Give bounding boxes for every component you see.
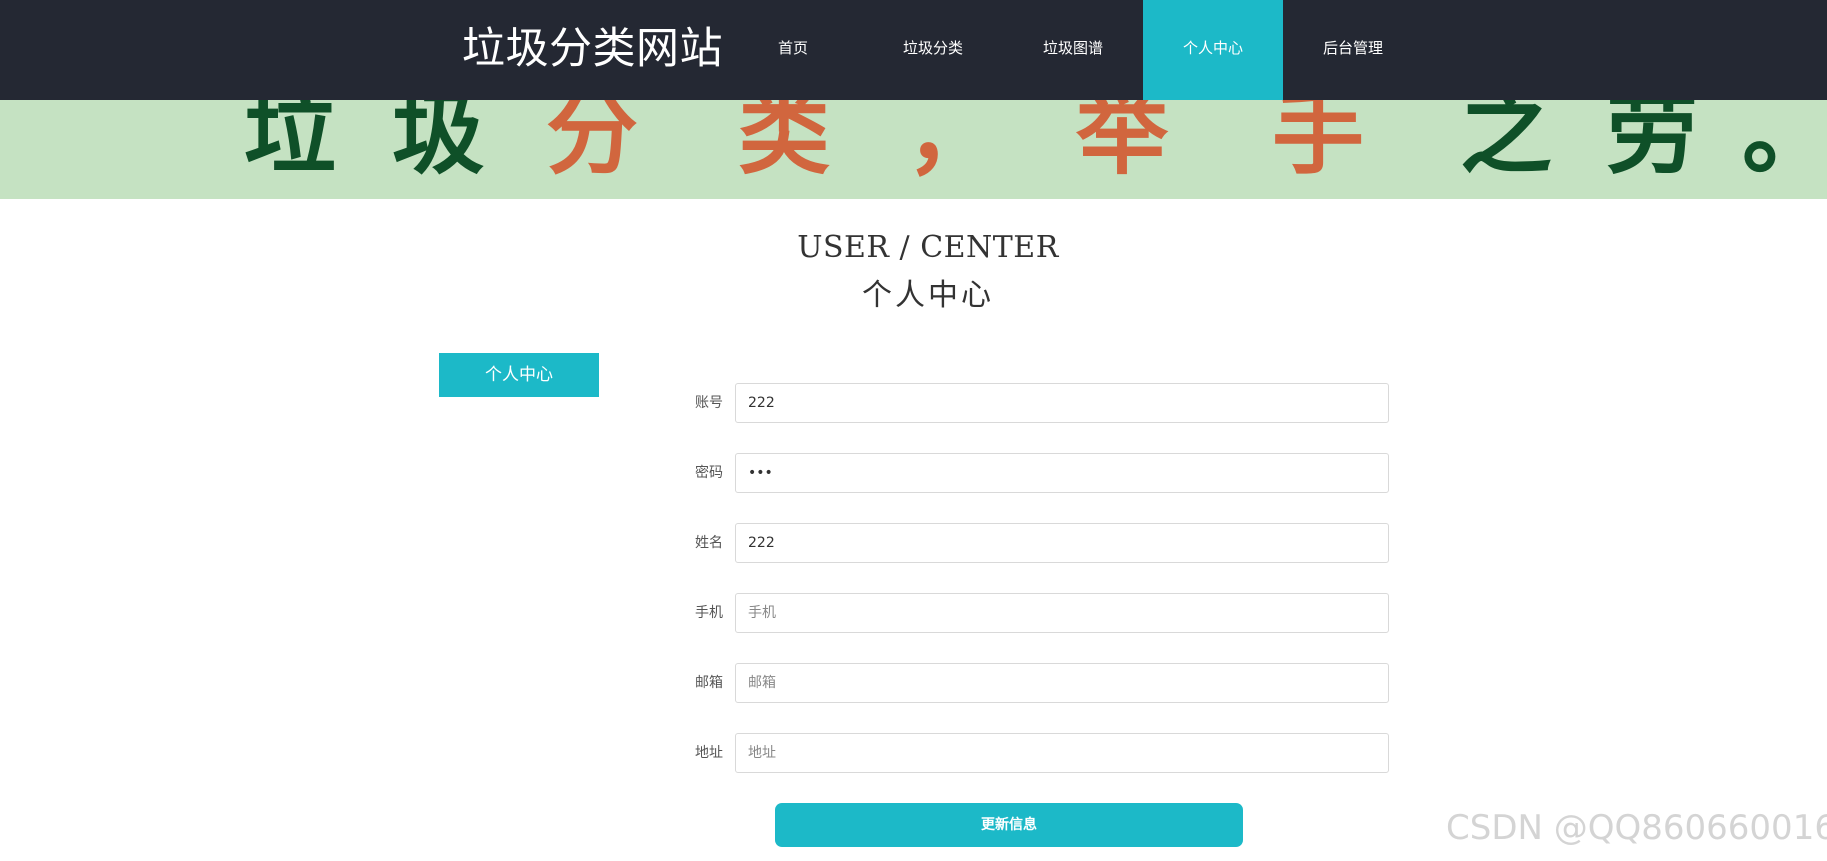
account-input[interactable]: [735, 383, 1389, 423]
password-label: 密码: [695, 465, 723, 481]
form-row-name: 姓名: [680, 523, 1390, 563]
slogan-char: 之: [1460, 100, 1553, 187]
form-row-password: 密码: [680, 453, 1390, 493]
form-row-phone: 手机: [680, 593, 1390, 633]
password-input[interactable]: [735, 453, 1389, 493]
page: 垃圾分类网站 首页 垃圾分类 垃圾图谱 个人中心 后台管理 垃 圾 分 类 ， …: [0, 0, 1827, 861]
slogan-banner: 垃 圾 分 类 ， 举 手 之 劳 。: [0, 100, 1827, 199]
nav-item-home[interactable]: 首页: [723, 0, 863, 100]
update-info-button[interactable]: 更新信息: [775, 803, 1243, 847]
nav-item-admin[interactable]: 后台管理: [1283, 0, 1423, 100]
nav-item-atlas[interactable]: 垃圾图谱: [1003, 0, 1143, 100]
name-label: 姓名: [695, 535, 723, 551]
slogan-char: 举: [1076, 100, 1169, 187]
slogan-char: ，: [906, 100, 999, 187]
email-input[interactable]: [735, 663, 1389, 703]
slogan-char: 劳: [1606, 100, 1699, 187]
section-title-zh: 个人中心: [862, 278, 994, 313]
form-row-email: 邮箱: [680, 663, 1390, 703]
slogan-char: 垃: [244, 100, 337, 187]
section-title-en: USER / CENTER: [797, 230, 1059, 265]
phone-input[interactable]: [735, 593, 1389, 633]
site-logo[interactable]: 垃圾分类网站: [462, 22, 723, 76]
csdn-watermark: CSDN @QQ860660016: [1446, 808, 1827, 848]
name-input[interactable]: [735, 523, 1389, 563]
slogan-char: 类: [738, 100, 831, 187]
slogan-char: 。: [1742, 100, 1827, 187]
account-label: 账号: [695, 395, 723, 411]
form-row-address: 地址: [680, 733, 1390, 773]
slogan-char: 手: [1272, 100, 1365, 187]
top-nav-bar: 垃圾分类网站 首页 垃圾分类 垃圾图谱 个人中心 后台管理: [0, 0, 1827, 100]
form-row-account: 账号: [680, 383, 1390, 423]
slogan-char: 圾: [392, 100, 485, 187]
slogan-char: 分: [546, 100, 639, 187]
address-label: 地址: [695, 745, 723, 761]
phone-label: 手机: [695, 605, 723, 621]
email-label: 邮箱: [695, 675, 723, 691]
sidebar-tab-user-center[interactable]: 个人中心: [439, 353, 599, 397]
nav-item-user-center[interactable]: 个人中心: [1143, 0, 1283, 100]
nav-item-classification[interactable]: 垃圾分类: [863, 0, 1003, 100]
address-input[interactable]: [735, 733, 1389, 773]
main-nav: 首页 垃圾分类 垃圾图谱 个人中心 后台管理: [723, 0, 1423, 100]
